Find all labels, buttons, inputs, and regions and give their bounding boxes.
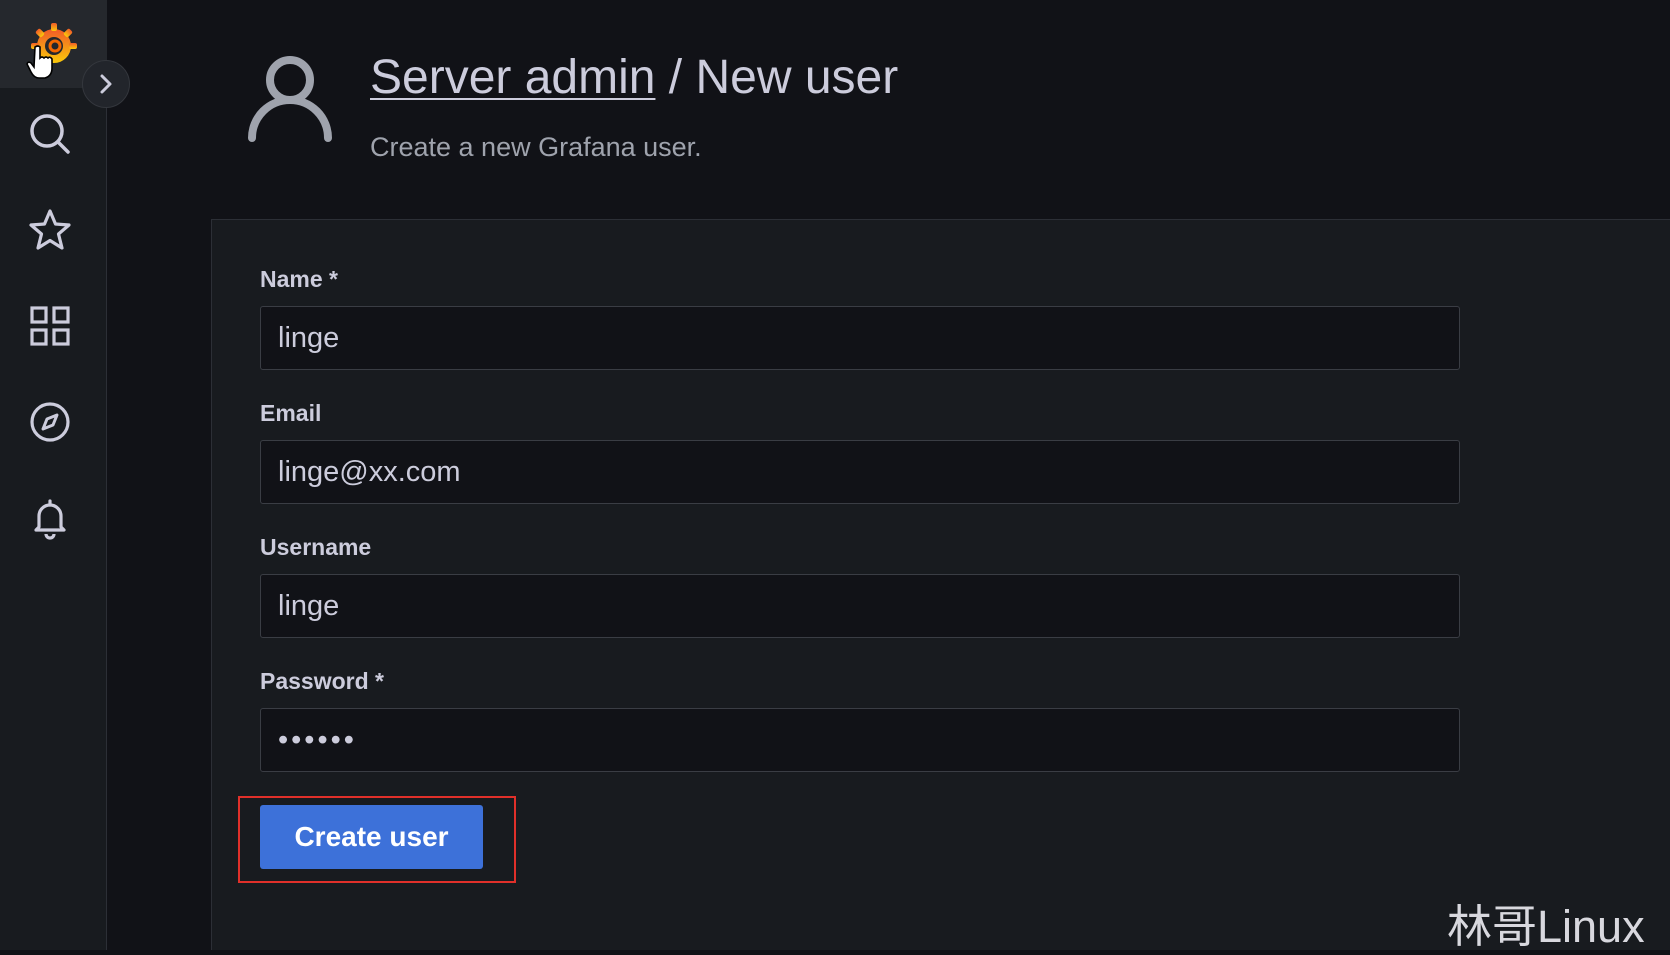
create-user-button[interactable]: Create user: [260, 805, 483, 869]
user-icon: [248, 56, 332, 142]
username-field[interactable]: [260, 574, 1460, 638]
page-subtitle: Create a new Grafana user.: [370, 132, 702, 162]
hand-cursor-icon: [26, 45, 53, 79]
password-field[interactable]: [260, 708, 1460, 772]
password-label: Password *: [260, 668, 384, 694]
star-icon: [29, 209, 71, 250]
page-title: Server admin / New user: [370, 50, 898, 105]
nav-alerting[interactable]: [0, 488, 100, 548]
name-label: Name *: [260, 266, 338, 292]
breadcrumb-server-admin-link[interactable]: Server admin: [370, 51, 655, 104]
explore-compass-icon: [30, 402, 70, 442]
nav-search[interactable]: [0, 104, 100, 164]
search-icon: [30, 114, 70, 154]
watermark-text: 林哥Linux: [1447, 901, 1645, 952]
nav-dashboards[interactable]: [0, 296, 100, 356]
name-field[interactable]: [260, 306, 1460, 370]
nav-explore[interactable]: [0, 392, 100, 452]
dashboards-grid-icon: [30, 306, 70, 346]
nav-starred[interactable]: [0, 200, 100, 260]
username-label: Username: [260, 534, 372, 560]
bell-icon: [34, 499, 66, 540]
expand-menu-button[interactable]: [82, 60, 130, 108]
sidebar-nav: [0, 0, 107, 950]
page-title-text: New user: [695, 51, 899, 104]
email-label: Email: [260, 400, 322, 426]
chevron-right-icon: [100, 74, 112, 94]
email-field[interactable]: [260, 440, 1460, 504]
breadcrumb-separator: /: [655, 51, 696, 104]
